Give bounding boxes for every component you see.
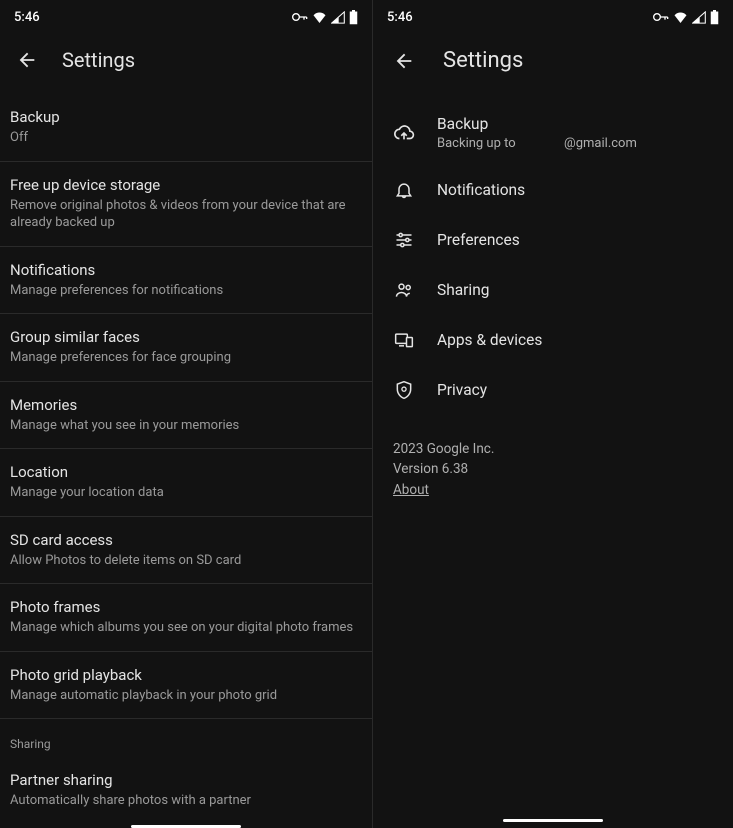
menu-apps-devices[interactable]: Apps & devices bbox=[381, 315, 725, 365]
menu-preferences[interactable]: Preferences bbox=[381, 215, 725, 265]
menu-title: Sharing bbox=[437, 281, 713, 299]
settings-list[interactable]: Backup Off Free up device storage Remove… bbox=[0, 94, 372, 828]
page-title: Settings bbox=[62, 48, 135, 72]
wifi-icon bbox=[673, 11, 688, 23]
menu-privacy[interactable]: Privacy bbox=[381, 365, 725, 415]
arrow-left-icon bbox=[16, 49, 38, 71]
setting-title: Group similar faces bbox=[10, 328, 362, 346]
header: Settings bbox=[0, 34, 372, 94]
setting-subtitle: Manage which albums you see on your digi… bbox=[10, 619, 362, 637]
back-button[interactable] bbox=[393, 50, 415, 72]
wifi-icon bbox=[312, 11, 327, 23]
setting-title: Backup bbox=[10, 108, 362, 126]
menu-title: Backup bbox=[437, 115, 713, 133]
setting-photo-frames[interactable]: Photo frames Manage which albums you see… bbox=[0, 584, 372, 652]
setting-partner-sharing[interactable]: Partner sharing Automatically share phot… bbox=[0, 757, 372, 824]
status-time: 5:46 bbox=[387, 10, 413, 25]
shield-icon bbox=[393, 379, 415, 401]
setting-subtitle: Off bbox=[10, 129, 362, 147]
bell-icon bbox=[393, 179, 415, 201]
setting-group-faces[interactable]: Group similar faces Manage preferences f… bbox=[0, 314, 372, 382]
menu-title: Privacy bbox=[437, 381, 713, 399]
setting-title: Memories bbox=[10, 396, 362, 414]
header: Settings bbox=[373, 34, 733, 101]
menu-backup[interactable]: Backup Backing up to @gmail.com bbox=[381, 101, 725, 165]
footer: 2023 Google Inc. Version 6.38 About bbox=[373, 415, 733, 524]
setting-grid-playback[interactable]: Photo grid playback Manage automatic pla… bbox=[0, 652, 372, 720]
setting-subtitle: Manage what you see in your memories bbox=[10, 417, 362, 435]
tune-icon bbox=[393, 229, 415, 251]
footer-copyright: 2023 Google Inc. bbox=[393, 439, 713, 459]
setting-title: Location bbox=[10, 463, 362, 481]
devices-icon bbox=[393, 329, 415, 351]
battery-icon bbox=[349, 10, 358, 25]
menu-sharing[interactable]: Sharing bbox=[381, 265, 725, 315]
setting-location[interactable]: Location Manage your location data bbox=[0, 449, 372, 517]
about-link[interactable]: About bbox=[393, 482, 429, 498]
setting-title: Photo frames bbox=[10, 598, 362, 616]
signal-icon bbox=[331, 11, 345, 24]
setting-title: Partner sharing bbox=[10, 771, 362, 789]
back-button[interactable] bbox=[16, 49, 38, 71]
setting-free-up-storage[interactable]: Free up device storage Remove original p… bbox=[0, 162, 372, 247]
cloud-upload-icon bbox=[393, 122, 415, 144]
arrow-left-icon bbox=[393, 50, 415, 72]
setting-subtitle: Manage preferences for face grouping bbox=[10, 349, 362, 367]
menu-title: Notifications bbox=[437, 181, 713, 199]
settings-panel-right: 5:46 Settings Backup Backing up to @gmai… bbox=[373, 0, 733, 828]
status-icons bbox=[292, 10, 358, 25]
section-header-sharing: Sharing bbox=[0, 719, 372, 757]
key-icon bbox=[292, 12, 308, 22]
menu-list: Backup Backing up to @gmail.com Notifica… bbox=[373, 101, 733, 415]
status-time: 5:46 bbox=[14, 10, 40, 25]
battery-icon bbox=[710, 10, 719, 25]
setting-subtitle: Manage your location data bbox=[10, 484, 362, 502]
signal-icon bbox=[692, 11, 706, 24]
status-bar: 5:46 bbox=[373, 0, 733, 34]
menu-title: Preferences bbox=[437, 231, 713, 249]
setting-subtitle: Manage automatic playback in your photo … bbox=[10, 687, 362, 705]
menu-subtitle: Backing up to @gmail.com bbox=[437, 136, 713, 151]
key-icon bbox=[653, 12, 669, 22]
settings-panel-left: 5:46 Settings Backup Off Free up device … bbox=[0, 0, 373, 828]
people-icon bbox=[393, 279, 415, 301]
menu-title: Apps & devices bbox=[437, 331, 713, 349]
setting-backup[interactable]: Backup Off bbox=[0, 94, 372, 162]
setting-subtitle: Automatically share photos with a partne… bbox=[10, 792, 362, 810]
setting-memories[interactable]: Memories Manage what you see in your mem… bbox=[0, 382, 372, 450]
setting-subtitle: Manage preferences for notifications bbox=[10, 282, 362, 300]
status-bar: 5:46 bbox=[0, 0, 372, 34]
status-icons bbox=[653, 10, 719, 25]
setting-title: SD card access bbox=[10, 531, 362, 549]
menu-notifications[interactable]: Notifications bbox=[381, 165, 725, 215]
setting-subtitle: Remove original photos & videos from you… bbox=[10, 197, 362, 232]
setting-subtitle: Allow Photos to delete items on SD card bbox=[10, 552, 362, 570]
setting-notifications[interactable]: Notifications Manage preferences for not… bbox=[0, 247, 372, 315]
setting-title: Notifications bbox=[10, 261, 362, 279]
setting-title: Photo grid playback bbox=[10, 666, 362, 684]
setting-title: Free up device storage bbox=[10, 176, 362, 194]
home-indicator bbox=[503, 819, 603, 822]
footer-version: Version 6.38 bbox=[393, 459, 713, 479]
page-title: Settings bbox=[443, 48, 523, 73]
setting-sd-card[interactable]: SD card access Allow Photos to delete it… bbox=[0, 517, 372, 585]
